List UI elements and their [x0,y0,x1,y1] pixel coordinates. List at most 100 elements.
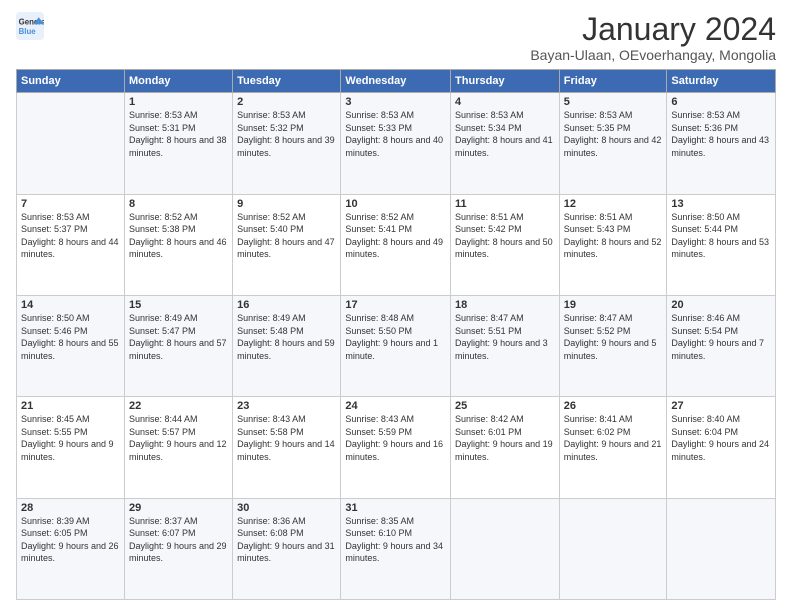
day-info: Sunrise: 8:37 AMSunset: 6:07 PMDaylight:… [129,515,228,565]
day-number: 1 [129,96,228,108]
day-number: 17 [345,299,446,311]
day-info: Sunrise: 8:47 AMSunset: 5:52 PMDaylight:… [564,312,663,362]
day-info: Sunrise: 8:49 AMSunset: 5:47 PMDaylight:… [129,312,228,362]
week-row-2: 14Sunrise: 8:50 AMSunset: 5:46 PMDayligh… [17,295,776,396]
day-number: 21 [21,400,120,412]
day-info: Sunrise: 8:52 AMSunset: 5:41 PMDaylight:… [345,211,446,261]
cal-cell: 29Sunrise: 8:37 AMSunset: 6:07 PMDayligh… [124,498,232,599]
day-info: Sunrise: 8:53 AMSunset: 5:34 PMDaylight:… [455,109,555,159]
col-monday: Monday [124,70,232,93]
day-number: 22 [129,400,228,412]
day-info: Sunrise: 8:51 AMSunset: 5:43 PMDaylight:… [564,211,663,261]
day-info: Sunrise: 8:53 AMSunset: 5:33 PMDaylight:… [345,109,446,159]
day-info: Sunrise: 8:53 AMSunset: 5:31 PMDaylight:… [129,109,228,159]
cal-cell: 22Sunrise: 8:44 AMSunset: 5:57 PMDayligh… [124,397,232,498]
day-number: 9 [237,198,336,210]
cal-cell [559,498,667,599]
week-row-1: 7Sunrise: 8:53 AMSunset: 5:37 PMDaylight… [17,194,776,295]
week-row-0: 1Sunrise: 8:53 AMSunset: 5:31 PMDaylight… [17,93,776,194]
day-info: Sunrise: 8:40 AMSunset: 6:04 PMDaylight:… [671,413,771,463]
cal-cell: 7Sunrise: 8:53 AMSunset: 5:37 PMDaylight… [17,194,125,295]
calendar-table: Sunday Monday Tuesday Wednesday Thursday… [16,69,776,600]
cal-cell: 10Sunrise: 8:52 AMSunset: 5:41 PMDayligh… [341,194,451,295]
week-row-4: 28Sunrise: 8:39 AMSunset: 6:05 PMDayligh… [17,498,776,599]
cal-cell: 26Sunrise: 8:41 AMSunset: 6:02 PMDayligh… [559,397,667,498]
col-sunday: Sunday [17,70,125,93]
col-thursday: Thursday [451,70,560,93]
cal-cell: 24Sunrise: 8:43 AMSunset: 5:59 PMDayligh… [341,397,451,498]
day-info: Sunrise: 8:53 AMSunset: 5:35 PMDaylight:… [564,109,663,159]
week-row-3: 21Sunrise: 8:45 AMSunset: 5:55 PMDayligh… [17,397,776,498]
calendar-subtitle: Bayan-Ulaan, OEvoerhangay, Mongolia [530,47,776,63]
cal-cell: 4Sunrise: 8:53 AMSunset: 5:34 PMDaylight… [451,93,560,194]
header-row: Sunday Monday Tuesday Wednesday Thursday… [17,70,776,93]
day-number: 27 [671,400,771,412]
col-saturday: Saturday [667,70,776,93]
day-number: 13 [671,198,771,210]
cal-cell [451,498,560,599]
day-info: Sunrise: 8:51 AMSunset: 5:42 PMDaylight:… [455,211,555,261]
day-number: 12 [564,198,663,210]
day-number: 6 [671,96,771,108]
day-number: 29 [129,502,228,514]
day-info: Sunrise: 8:42 AMSunset: 6:01 PMDaylight:… [455,413,555,463]
day-info: Sunrise: 8:41 AMSunset: 6:02 PMDaylight:… [564,413,663,463]
day-info: Sunrise: 8:36 AMSunset: 6:08 PMDaylight:… [237,515,336,565]
page-header: General Blue January 2024 Bayan-Ulaan, O… [16,12,776,63]
day-info: Sunrise: 8:53 AMSunset: 5:37 PMDaylight:… [21,211,120,261]
day-info: Sunrise: 8:50 AMSunset: 5:44 PMDaylight:… [671,211,771,261]
cal-cell: 23Sunrise: 8:43 AMSunset: 5:58 PMDayligh… [233,397,341,498]
day-number: 30 [237,502,336,514]
day-number: 20 [671,299,771,311]
day-info: Sunrise: 8:45 AMSunset: 5:55 PMDaylight:… [21,413,120,463]
day-number: 4 [455,96,555,108]
cal-cell: 31Sunrise: 8:35 AMSunset: 6:10 PMDayligh… [341,498,451,599]
cal-cell [17,93,125,194]
day-info: Sunrise: 8:43 AMSunset: 5:58 PMDaylight:… [237,413,336,463]
cal-cell: 28Sunrise: 8:39 AMSunset: 6:05 PMDayligh… [17,498,125,599]
cal-cell: 15Sunrise: 8:49 AMSunset: 5:47 PMDayligh… [124,295,232,396]
day-number: 18 [455,299,555,311]
day-info: Sunrise: 8:52 AMSunset: 5:38 PMDaylight:… [129,211,228,261]
day-number: 3 [345,96,446,108]
day-info: Sunrise: 8:48 AMSunset: 5:50 PMDaylight:… [345,312,446,362]
logo: General Blue [16,12,44,40]
title-block: January 2024 Bayan-Ulaan, OEvoerhangay, … [530,12,776,63]
cal-cell: 3Sunrise: 8:53 AMSunset: 5:33 PMDaylight… [341,93,451,194]
day-number: 10 [345,198,446,210]
day-number: 8 [129,198,228,210]
col-tuesday: Tuesday [233,70,341,93]
day-number: 28 [21,502,120,514]
cal-cell: 8Sunrise: 8:52 AMSunset: 5:38 PMDaylight… [124,194,232,295]
day-info: Sunrise: 8:35 AMSunset: 6:10 PMDaylight:… [345,515,446,565]
cal-cell: 17Sunrise: 8:48 AMSunset: 5:50 PMDayligh… [341,295,451,396]
svg-text:Blue: Blue [19,27,37,36]
cal-cell: 2Sunrise: 8:53 AMSunset: 5:32 PMDaylight… [233,93,341,194]
cal-cell: 30Sunrise: 8:36 AMSunset: 6:08 PMDayligh… [233,498,341,599]
day-number: 31 [345,502,446,514]
calendar-title: January 2024 [530,12,776,47]
day-number: 25 [455,400,555,412]
day-number: 11 [455,198,555,210]
day-number: 23 [237,400,336,412]
cal-cell: 13Sunrise: 8:50 AMSunset: 5:44 PMDayligh… [667,194,776,295]
day-info: Sunrise: 8:53 AMSunset: 5:32 PMDaylight:… [237,109,336,159]
day-number: 14 [21,299,120,311]
cal-cell: 6Sunrise: 8:53 AMSunset: 5:36 PMDaylight… [667,93,776,194]
day-info: Sunrise: 8:44 AMSunset: 5:57 PMDaylight:… [129,413,228,463]
cal-cell: 25Sunrise: 8:42 AMSunset: 6:01 PMDayligh… [451,397,560,498]
day-number: 15 [129,299,228,311]
day-info: Sunrise: 8:46 AMSunset: 5:54 PMDaylight:… [671,312,771,362]
cal-cell: 11Sunrise: 8:51 AMSunset: 5:42 PMDayligh… [451,194,560,295]
cal-cell: 12Sunrise: 8:51 AMSunset: 5:43 PMDayligh… [559,194,667,295]
cal-cell: 27Sunrise: 8:40 AMSunset: 6:04 PMDayligh… [667,397,776,498]
day-info: Sunrise: 8:39 AMSunset: 6:05 PMDaylight:… [21,515,120,565]
day-number: 24 [345,400,446,412]
cal-cell [667,498,776,599]
cal-cell: 16Sunrise: 8:49 AMSunset: 5:48 PMDayligh… [233,295,341,396]
day-number: 19 [564,299,663,311]
col-wednesday: Wednesday [341,70,451,93]
col-friday: Friday [559,70,667,93]
day-info: Sunrise: 8:50 AMSunset: 5:46 PMDaylight:… [21,312,120,362]
day-number: 7 [21,198,120,210]
